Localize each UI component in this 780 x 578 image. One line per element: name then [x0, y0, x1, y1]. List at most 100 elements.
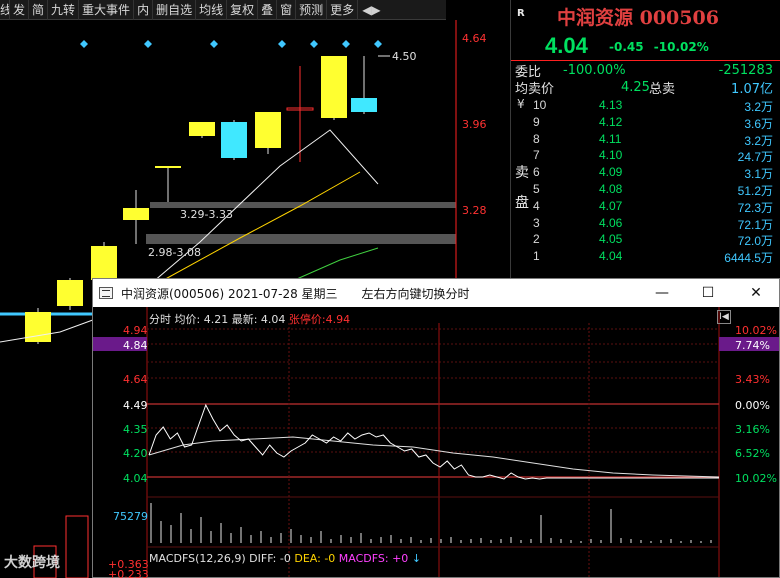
- maximize-button[interactable]: ☐: [685, 279, 731, 307]
- sell-level-index: 4: [533, 198, 540, 213]
- candle-body: [321, 56, 347, 118]
- toolbar-button[interactable]: 九转: [48, 0, 80, 20]
- price-scale-label: 4.35: [123, 423, 148, 436]
- app-window-icon: [99, 287, 113, 299]
- event-marker-icon[interactable]: [374, 40, 382, 48]
- high-price-annotation: 4.50: [392, 50, 417, 63]
- sell-level-row[interactable]: 1 4.04 6444.5万: [529, 249, 779, 265]
- sell-level-row[interactable]: 7 4.10 24.7万: [529, 148, 779, 164]
- avg-sell-label: 均卖价: [515, 82, 555, 97]
- sell-level-index: 5: [533, 182, 540, 196]
- event-marker-icon[interactable]: [80, 40, 88, 48]
- percent-scale-label: 10.02%: [735, 472, 777, 485]
- toolbar-button[interactable]: 窗: [277, 0, 297, 20]
- price-line: [148, 403, 719, 480]
- total-sell-label: 总卖: [649, 82, 676, 97]
- candle-body: [189, 122, 215, 136]
- event-marker-icon[interactable]: [144, 40, 152, 48]
- sell-level-index: 2: [533, 232, 540, 247]
- price-scale-label: 4.64: [123, 373, 148, 386]
- change-percent: -10.02%: [653, 40, 709, 54]
- candle-body: [155, 166, 181, 168]
- sell-level-index: 3: [533, 215, 540, 230]
- timeshare-chart-area[interactable]: 4.94 4.84 4.64 4.49 4.35 4.20 4.04 10.02% 7.74% 3…: [93, 307, 779, 577]
- panel-collapse-icon[interactable]: I◀: [717, 310, 731, 324]
- sell-level-index: 1: [533, 249, 540, 264]
- timeshare-info-prefix: 分时 均价: 4.21 最新: 4.04: [149, 313, 289, 326]
- sell-level-row[interactable]: 3 4.06 72.1万: [529, 216, 779, 232]
- toolbar-nav-arrow-icon[interactable]: ◀▶: [358, 3, 384, 17]
- timeshare-popup-window[interactable]: 中润资源(000506) 2021-07-28 星期三 左右方向键切换分时 — …: [92, 278, 780, 578]
- event-marker-icon[interactable]: [278, 40, 286, 48]
- event-marker-icon[interactable]: [210, 40, 218, 48]
- sell-level-row[interactable]: 8 4.11 3.2万: [529, 132, 779, 148]
- toolbar-button[interactable]: 预测: [296, 0, 328, 20]
- popup-title: 中润资源(000506) 2021-07-28 星期三: [121, 286, 338, 301]
- sell-level-row[interactable]: 6 4.09 3.1万: [529, 165, 779, 181]
- sell-level-price: 4.04: [599, 249, 623, 264]
- chart-toolbar: 线发简九转重大事件内删自选均线复权叠窗预测更多◀▶: [0, 0, 446, 20]
- sell-level-row[interactable]: 10 4.13 3.2万: [529, 98, 779, 114]
- macd-label: MACDFS(12,26,9): [149, 552, 246, 565]
- sell-level-index: 7: [533, 148, 540, 163]
- limit-price-info: 张停价:4.94: [288, 313, 351, 326]
- price-scale-label: 4.49: [123, 399, 148, 412]
- timeshare-chart[interactable]: 4.94 4.84 4.64 4.49 4.35 4.20 4.04 10.02% 7.74% 3…: [93, 307, 779, 577]
- toolbar-button[interactable]: 简: [29, 0, 49, 20]
- candle-body: [91, 246, 117, 280]
- toolbar-button[interactable]: 叠: [258, 0, 278, 20]
- stock-title[interactable]: 中润资源 000506: [557, 3, 719, 30]
- weibi-value: -100.00%: [563, 63, 626, 78]
- toolbar-button[interactable]: 发: [10, 0, 30, 20]
- toolbar-button[interactable]: 线: [0, 0, 10, 20]
- sell-level-price: 4.07: [599, 198, 623, 213]
- popup-hint: 左右方向键切换分时: [361, 286, 470, 301]
- toolbar-button[interactable]: 更多: [327, 0, 359, 20]
- weicha-value: -251283: [718, 63, 773, 78]
- sell-level-price: 4.11: [599, 131, 622, 146]
- macd-dea: DEA: -0: [294, 552, 336, 565]
- last-price: 4.04: [545, 33, 588, 58]
- sell-level-price: 4.05: [599, 232, 623, 247]
- ma20-line: [289, 247, 379, 283]
- price-change: -0.45 -10.02%: [609, 40, 709, 54]
- price-axis-label: 4.64: [462, 32, 487, 45]
- sell-level-price: 4.12: [599, 114, 623, 129]
- sell-level-volume: 3.2万: [744, 133, 773, 148]
- volume-bar: [65, 515, 89, 578]
- support-zone-band: [146, 234, 456, 244]
- macd-diff: DIFF: -0: [249, 552, 291, 565]
- sell-level-index: 9: [533, 114, 540, 129]
- event-marker-icon[interactable]: [310, 40, 318, 48]
- sell-level-row[interactable]: 9 4.12 3.6万: [529, 115, 779, 131]
- toolbar-button[interactable]: 删自选: [153, 0, 197, 20]
- sell-level-index: 10: [533, 98, 547, 112]
- r-badge: R: [517, 8, 525, 19]
- sell-level-volume: 3.1万: [744, 167, 773, 182]
- volume-scale-label: 75279: [113, 510, 148, 523]
- sell-level-volume: 24.7万: [737, 150, 773, 165]
- sell-level-volume: 3.2万: [744, 100, 773, 114]
- sell-level-volume: 3.6万: [744, 116, 773, 131]
- toolbar-button[interactable]: 复权: [227, 0, 259, 20]
- minimize-button[interactable]: —: [639, 279, 685, 307]
- zone-annotation: 2.98-3.08: [148, 246, 201, 259]
- sell-level-row[interactable]: 5 4.08 51.2万: [529, 182, 779, 198]
- watermark-logo: 大数跨境: [4, 555, 60, 571]
- change-amount: -0.45: [609, 40, 644, 54]
- currency-label: ¥: [517, 97, 525, 111]
- price-scale-label: 4.20: [123, 447, 148, 460]
- avg-sell-row: 均卖价 4.25 总卖 1.07亿: [515, 78, 777, 97]
- sell-level-row[interactable]: 2 4.05 72.0万: [529, 232, 779, 248]
- sell-level-price: 4.10: [599, 148, 623, 163]
- popup-titlebar[interactable]: 中润资源(000506) 2021-07-28 星期三 左右方向键切换分时 — …: [93, 279, 779, 307]
- sell-level-volume: 51.2万: [737, 184, 773, 198]
- macd-fs: MACDFS: +0: [338, 552, 409, 565]
- event-marker-icon[interactable]: [342, 40, 350, 48]
- sell-level-row[interactable]: 4 4.07 72.3万: [529, 199, 779, 215]
- toolbar-button[interactable]: 均线: [196, 0, 228, 20]
- toolbar-button[interactable]: 重大事件: [79, 0, 135, 20]
- toolbar-button[interactable]: 内: [134, 0, 154, 20]
- mini-value: +0.233: [108, 568, 149, 578]
- close-button[interactable]: ✕: [733, 279, 779, 307]
